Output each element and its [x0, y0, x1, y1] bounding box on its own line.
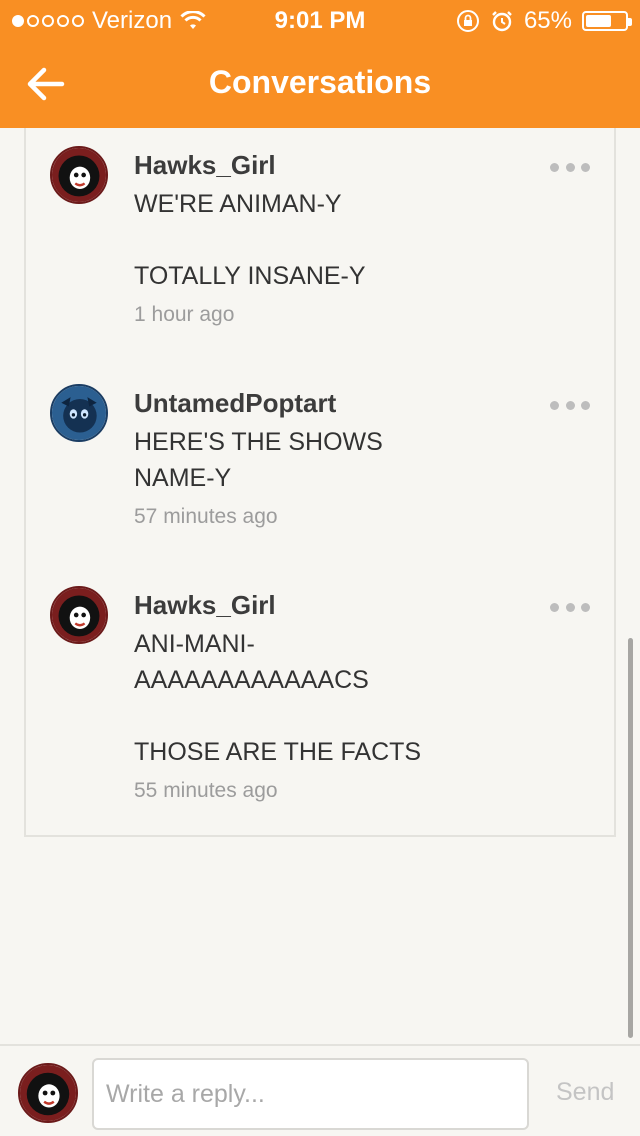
- blue-cartoon-avatar-icon[interactable]: [50, 384, 108, 442]
- scrollbar[interactable]: [628, 638, 633, 1038]
- header: Verizon 9:01 PM 65% Conversations: [0, 0, 640, 128]
- comment-timestamp: 55 minutes ago: [134, 779, 278, 802]
- rotation-lock-icon: [456, 10, 479, 32]
- nav-bar: Conversations: [0, 40, 640, 128]
- cartoon-avatar-icon: [18, 1063, 78, 1123]
- alarm-icon: [492, 11, 512, 32]
- comment-timestamp: 1 hour ago: [134, 303, 235, 326]
- more-options-icon[interactable]: [550, 398, 590, 412]
- cartoon-avatar-icon[interactable]: [50, 146, 108, 204]
- comment-text: WE'RE ANIMAN-Y TOTALLY INSANE-Y: [134, 190, 366, 290]
- comment-text: HERE'S THE SHOWS NAME-Y: [134, 428, 383, 492]
- status-bar: Verizon 9:01 PM 65%: [0, 0, 640, 40]
- battery-percent: 65%: [523, 7, 572, 34]
- send-button[interactable]: Send: [556, 1078, 614, 1107]
- battery-icon: [582, 11, 632, 31]
- comment-timestamp: 57 minutes ago: [134, 505, 278, 528]
- cartoon-avatar-icon[interactable]: [50, 586, 108, 644]
- page-title: Conversations: [208, 64, 432, 100]
- comment-author[interactable]: UntamedPoptart: [134, 388, 336, 419]
- reply-input[interactable]: [92, 1058, 529, 1130]
- more-options-icon[interactable]: [550, 160, 590, 174]
- comment-text: ANI-MANI- AAAAAAAAAAAACS THOSE ARE THE F…: [134, 630, 422, 766]
- more-options-icon[interactable]: [550, 600, 590, 614]
- comment-thread: Hawks_Girl WE'RE ANIMAN-Y TOTALLY INSANE…: [24, 128, 616, 837]
- comment-author[interactable]: Hawks_Girl: [134, 590, 276, 621]
- reply-bar: Send: [0, 1044, 640, 1136]
- comment-author[interactable]: Hawks_Girl: [134, 150, 276, 181]
